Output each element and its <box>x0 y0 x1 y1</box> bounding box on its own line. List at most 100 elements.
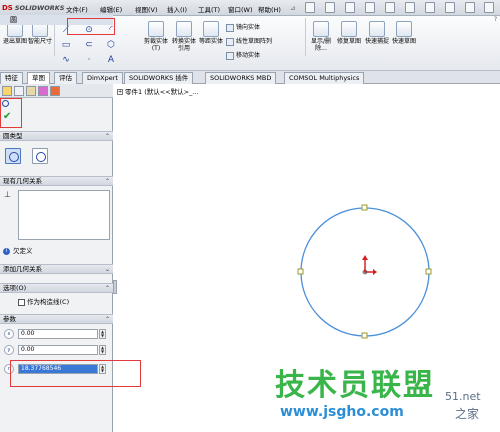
tab-features[interactable]: 特征 <box>0 72 23 84</box>
collapse-icon: ⌃ <box>104 285 110 292</box>
watermark-side-2: 之家 <box>455 407 480 421</box>
menu-help[interactable]: 帮助(H) <box>258 4 281 14</box>
menu-bar: DS SOLIDWORKS 文件(F) 编辑(E) 视图(V) 插入(I) 工具(… <box>0 0 500 16</box>
watermark-side: 51.net <box>445 390 481 403</box>
options-icon[interactable] <box>465 2 475 13</box>
menu-edit[interactable]: 编辑(E) <box>100 4 122 14</box>
linear-pattern-icon <box>226 37 234 46</box>
collapse-icon: ⌃ <box>104 133 110 140</box>
section-parameters[interactable]: 参数 ⌃ <box>0 314 113 324</box>
highlight-radius-field <box>10 360 141 387</box>
feature-tree-flyout[interactable]: + 零件1 (默认<<默认>_... <box>117 86 199 96</box>
move-entities-button[interactable]: 移动实体 <box>226 50 260 62</box>
slot-tool-icon[interactable]: ⊂ <box>83 39 95 51</box>
solidworks-logo: DS SOLIDWORKS <box>2 4 65 12</box>
watermark-logo: 技术员联盟 <box>275 368 435 403</box>
center-circle-button[interactable] <box>5 148 21 164</box>
center-y-icon: y <box>4 345 14 355</box>
section-existing-relations[interactable]: 现有几何关系 ⌃ <box>0 176 113 186</box>
section-circle-type[interactable]: 圆类型 ⌃ <box>0 131 113 141</box>
ribbon-separator <box>305 18 306 56</box>
repair-sketch-button[interactable]: 修复草图 <box>336 21 362 45</box>
open-folder-icon[interactable] <box>325 2 335 13</box>
mirror-icon <box>226 23 234 32</box>
center-x-icon: x <box>4 329 14 339</box>
menu-window[interactable]: 窗口(W) <box>228 4 253 14</box>
circle-point-left[interactable] <box>297 268 304 275</box>
menu-insert[interactable]: 插入(I) <box>167 4 187 14</box>
circle-point-bottom[interactable] <box>361 332 368 339</box>
rebuild-icon[interactable] <box>425 2 435 13</box>
center-y-spinner[interactable]: ▲ ▼ <box>99 345 106 355</box>
file-properties-icon[interactable] <box>445 2 455 13</box>
circle-point-top[interactable] <box>361 204 368 211</box>
tab-comsol[interactable]: COMSOL Multiphysics <box>284 72 365 84</box>
spline-tool-icon[interactable]: ∿ <box>60 54 72 66</box>
display-delete-relations-button[interactable]: 显示/删除... <box>307 21 335 52</box>
new-document-icon[interactable] <box>305 2 315 13</box>
tab-sketch[interactable]: 草图 <box>27 72 50 84</box>
perimeter-circle-button[interactable] <box>32 148 48 164</box>
trim-entities-button[interactable]: 剪裁实体(T) <box>143 21 169 52</box>
offset-icon <box>203 21 219 37</box>
menu-tools[interactable]: 工具(T) <box>198 4 220 14</box>
manager-tabs <box>0 84 113 98</box>
highlight-pm-title <box>0 98 22 128</box>
text-tool-icon[interactable]: A <box>105 54 117 66</box>
move-icon <box>226 51 234 60</box>
menu-file[interactable]: 文件(F) <box>66 4 88 14</box>
command-tabs: 特征 草图 评估 DimXpert SOLIDWORKS 插件 SOLIDWOR… <box>0 71 500 84</box>
offset-entities-button[interactable]: 等距实体 <box>199 21 223 45</box>
expand-icon: ⌄ <box>104 266 110 273</box>
tab-dimxpert[interactable]: DimXpert <box>82 72 123 84</box>
repair-icon <box>341 21 357 37</box>
rapid-sketch-icon <box>396 21 412 37</box>
highlight-circle-tool <box>67 18 115 35</box>
origin-icon <box>362 255 377 275</box>
quick-snaps-button[interactable]: 快速捕捉 <box>364 21 390 45</box>
center-x-field[interactable]: 0.00 <box>18 329 98 339</box>
polygon-tool-icon[interactable]: ⬡ <box>105 39 117 51</box>
configuration-icon[interactable] <box>26 86 36 96</box>
select-arrow-icon[interactable] <box>405 2 415 13</box>
perpendicular-relation-icon: ⊥ <box>4 190 11 199</box>
convert-icon <box>176 21 192 37</box>
tab-evaluate[interactable]: 评估 <box>54 72 77 84</box>
print-icon[interactable] <box>365 2 375 13</box>
save-icon[interactable] <box>345 2 355 13</box>
convert-entities-button[interactable]: 转换实体引用 <box>171 21 197 52</box>
status-row: i 欠定义 <box>3 245 33 255</box>
circle-point-right[interactable] <box>425 268 432 275</box>
mirror-entities-button[interactable]: 镜向实体 <box>226 22 260 34</box>
point-tool-icon[interactable]: · <box>83 54 95 66</box>
dimxpert-icon[interactable] <box>38 86 48 96</box>
construction-checkbox-row[interactable]: 作为构造线(C) <box>18 296 69 306</box>
menu-view[interactable]: 视图(V) <box>135 4 158 14</box>
rapid-sketch-button[interactable]: 快速草图 <box>391 21 417 45</box>
pin-icon[interactable]: ⊿ <box>290 4 295 12</box>
watermark-url: www.jsgho.com <box>280 404 404 420</box>
display-relations-icon <box>313 21 329 37</box>
info-icon: i <box>3 247 10 255</box>
display-manager-icon[interactable] <box>50 86 60 96</box>
quick-snap-icon <box>369 21 385 37</box>
collapse-icon: ⌃ <box>104 316 110 323</box>
tab-solidworks-addins[interactable]: SOLIDWORKS 插件 <box>124 72 194 84</box>
tab-solidworks-mbd[interactable]: SOLIDWORKS MBD <box>205 72 277 84</box>
relations-list[interactable] <box>18 190 110 240</box>
center-y-field[interactable]: 0.00 <box>18 345 98 355</box>
expand-icon[interactable]: + <box>117 89 123 95</box>
rectangle-tool-icon[interactable]: ▭ <box>60 39 72 51</box>
center-x-spinner[interactable]: ▲ ▼ <box>99 329 106 339</box>
trim-icon <box>148 21 164 37</box>
collapse-icon: ⌃ <box>104 178 110 185</box>
construction-checkbox[interactable] <box>18 298 25 306</box>
linear-pattern-button[interactable]: 线性草图阵列 <box>226 36 272 48</box>
help-icon[interactable]: ? <box>494 16 497 23</box>
undo-icon[interactable] <box>385 2 395 13</box>
section-options[interactable]: 选项(O) ⌃ <box>0 283 113 293</box>
lightbulb-icon[interactable] <box>484 2 494 13</box>
property-manager-icon[interactable] <box>14 86 24 96</box>
section-add-relations[interactable]: 添加几何关系 ⌄ <box>0 264 113 274</box>
feature-tree-icon[interactable] <box>2 86 12 96</box>
